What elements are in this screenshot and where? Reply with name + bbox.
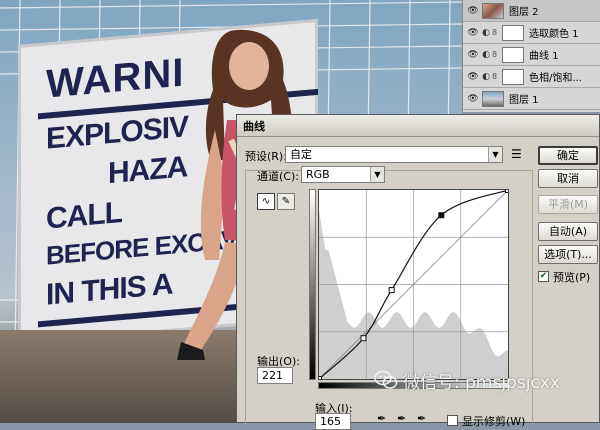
preset-label: 预设(R):	[245, 150, 287, 163]
curve-point	[388, 287, 395, 294]
layer-row[interactable]: 👁 ◐ 8 选取颜色 1	[463, 22, 600, 44]
menu-lines-icon[interactable]: ☰	[511, 147, 522, 161]
layer-mask-thumbnail[interactable]	[502, 46, 524, 63]
output-gradient-bar	[309, 189, 316, 380]
curve-point	[319, 376, 322, 379]
curve-plot[interactable]	[319, 190, 508, 379]
output-field[interactable]: 221	[257, 367, 293, 384]
ok-button[interactable]: 确定	[538, 146, 598, 165]
channel-value: RGB	[306, 168, 330, 181]
layer-row[interactable]: 👁 图层 1	[463, 88, 600, 110]
adjustment-layer-icon: ◐	[482, 49, 490, 60]
layer-thumbnail	[482, 90, 504, 107]
curve-point	[438, 212, 445, 219]
layer-name: 色相/饱和...	[529, 73, 582, 84]
layer-row[interactable]: 👁 ◐ 8 色相/饱和...	[463, 66, 600, 88]
white-eyedropper-icon[interactable]: ✒	[417, 412, 426, 425]
cancel-button[interactable]: 取消	[538, 169, 598, 188]
link-chain-icon[interactable]: 8	[492, 72, 500, 81]
layer-row[interactable]: 👁 ◐ 8 曲线 1	[463, 44, 600, 66]
curve-graph[interactable]	[318, 189, 509, 380]
wechat-watermark: 微信号: pmsjpsjcxx	[374, 368, 560, 393]
eye-icon[interactable]: 👁	[466, 6, 480, 16]
auto-button[interactable]: 自动(A)	[538, 222, 598, 241]
input-field[interactable]: 165	[315, 413, 351, 430]
sign-line: WARNI	[46, 50, 185, 107]
eye-icon[interactable]: 👁	[466, 50, 480, 60]
sign-line: EXPLOSIV	[46, 110, 189, 156]
layers-panel: 👁 图层 2 👁 ◐ 8 选取颜色 1 👁 ◐ 8 曲线 1 👁 ◐ 8 色相/…	[462, 0, 600, 112]
show-clipping-label: 显示修剪(W)	[462, 415, 526, 428]
channel-label: 通道(C):	[257, 170, 299, 183]
layer-mask-thumbnail[interactable]	[502, 24, 524, 41]
adjustment-layer-icon: ◐	[482, 27, 490, 38]
eye-icon[interactable]: 👁	[466, 28, 480, 38]
smooth-button[interactable]: 平滑(M)	[538, 195, 598, 214]
link-chain-icon[interactable]: 8	[492, 50, 500, 59]
options-button[interactable]: 选项(T)...	[538, 245, 598, 264]
layer-thumbnail	[482, 2, 504, 19]
watermark-text: 微信号: pmsjpsjcxx	[403, 372, 560, 393]
layer-row[interactable]: 👁 图层 2	[463, 0, 600, 22]
layer-name: 图层 2	[509, 7, 539, 18]
curve-point	[360, 335, 367, 342]
adjustment-layer-icon: ◐	[482, 71, 490, 82]
curve-point	[505, 190, 508, 193]
link-chain-icon[interactable]: 8	[492, 28, 500, 37]
black-eyedropper-icon[interactable]: ✒	[377, 412, 386, 425]
show-clipping-checkbox[interactable]	[447, 415, 458, 426]
channel-select[interactable]: RGB ▼	[301, 166, 385, 183]
preset-select[interactable]: 自定 ▼	[285, 146, 503, 163]
dialog-titlebar[interactable]: 曲线	[237, 115, 599, 137]
eye-icon[interactable]: 👁	[466, 94, 480, 104]
curve-tool-icon[interactable]: ∿	[257, 193, 275, 210]
chevron-down-icon: ▼	[370, 167, 384, 182]
preset-value: 自定	[290, 148, 312, 161]
layer-name: 选取颜色 1	[529, 29, 579, 40]
dialog-title: 曲线	[243, 119, 265, 133]
layer-name: 曲线 1	[529, 51, 559, 62]
preview-checkbox[interactable]: ✔	[538, 271, 549, 282]
preview-label: 预览(P)	[553, 271, 591, 284]
layer-mask-thumbnail[interactable]	[502, 68, 524, 85]
sign-line: IN THIS A	[46, 267, 173, 312]
gray-eyedropper-icon[interactable]: ✒	[397, 412, 406, 425]
chevron-down-icon: ▼	[488, 147, 502, 162]
eye-icon[interactable]: 👁	[466, 72, 480, 82]
layer-name: 图层 1	[509, 95, 539, 106]
wechat-logo-icon	[374, 370, 398, 389]
pencil-icon[interactable]: ✎	[277, 193, 295, 210]
sign-line: CALL	[46, 196, 122, 236]
